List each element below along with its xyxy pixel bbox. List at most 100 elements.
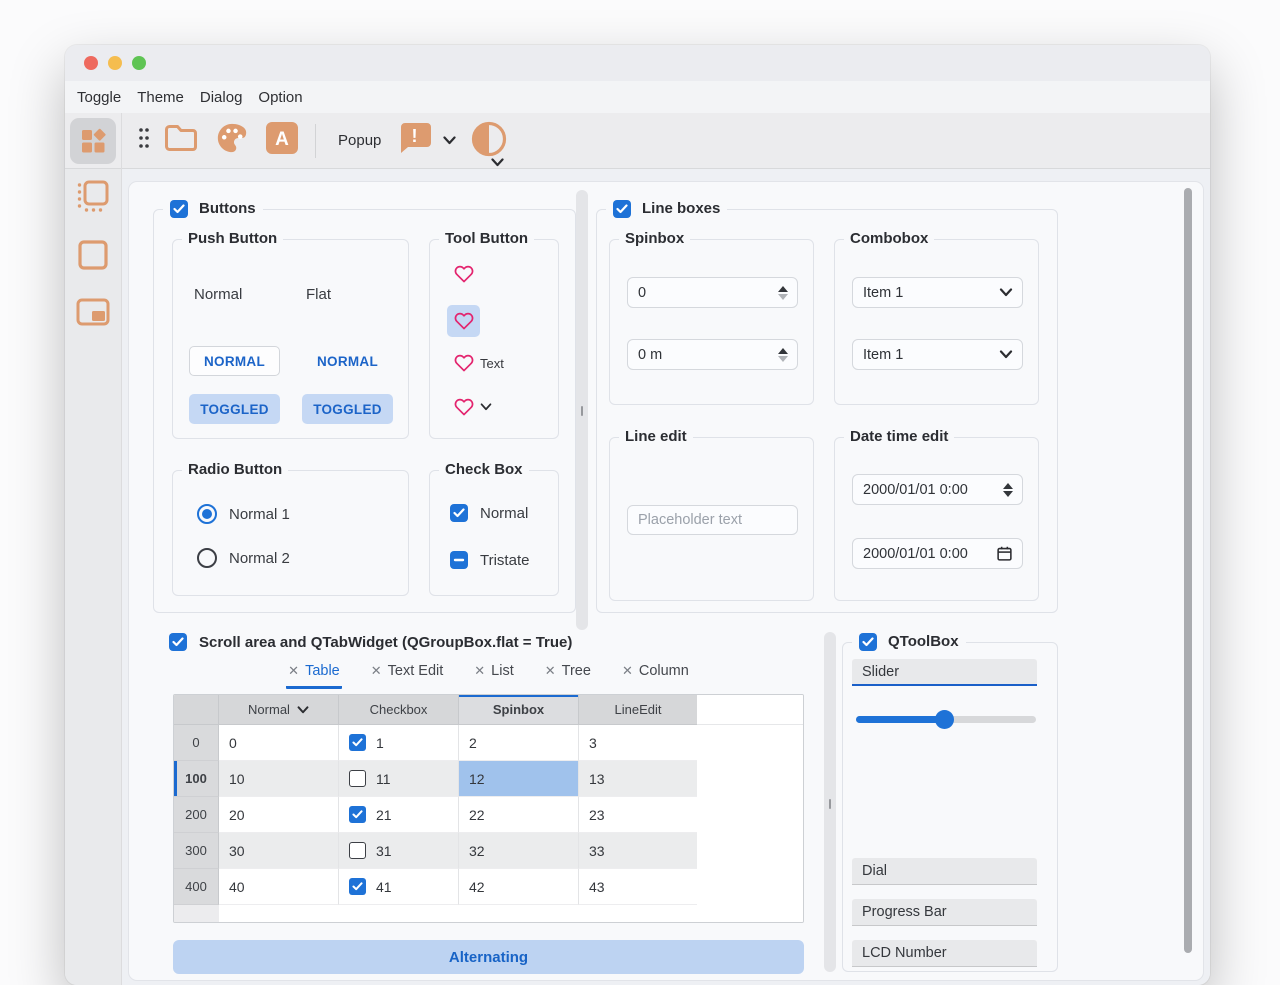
datetime-spin-field[interactable]: 2000/01/01 0:00 — [852, 474, 1023, 505]
slider-widget[interactable] — [856, 709, 1036, 729]
tab-close-icon[interactable]: ✕ — [474, 663, 485, 679]
table-cell[interactable]: 32 — [459, 833, 579, 869]
tab-table[interactable]: ✕ Table — [286, 661, 342, 689]
vertical-scrollbar[interactable] — [1184, 188, 1192, 953]
radio-normal-1[interactable]: Normal 1 — [197, 504, 290, 524]
spinbox-suffix-field[interactable]: 0 m — [627, 339, 798, 370]
table-cell[interactable]: 41 — [339, 869, 459, 905]
normal-push-button[interactable]: NORMAL — [189, 346, 280, 376]
slider-handle[interactable] — [935, 710, 954, 729]
table-cell-selected[interactable]: 12 — [459, 761, 579, 797]
table-cell[interactable]: 22 — [459, 797, 579, 833]
contrast-button[interactable] — [470, 118, 510, 164]
cell-checkbox[interactable] — [349, 734, 366, 751]
cell-checkbox[interactable] — [349, 806, 366, 823]
menu-item-theme[interactable]: Theme — [129, 85, 192, 110]
close-button[interactable] — [84, 56, 98, 70]
popup-button[interactable]: Popup — [338, 132, 381, 149]
alternating-button[interactable]: Alternating — [173, 940, 804, 974]
line-boxes-checkbox[interactable] — [613, 200, 631, 218]
tab-list[interactable]: ✕ List — [472, 661, 515, 689]
table-corner-header[interactable] — [174, 695, 219, 725]
heart-toggled-tool-button[interactable] — [447, 305, 480, 337]
table-cell[interactable]: 10 — [219, 761, 339, 797]
toggled-flat-button[interactable]: TOGGLED — [302, 394, 393, 424]
heart-text-tool-button[interactable]: Text — [454, 354, 504, 372]
tab-close-icon[interactable]: ✕ — [622, 663, 633, 679]
spinbox-field[interactable]: 0 — [627, 277, 798, 308]
table-cell[interactable]: 1 — [339, 725, 459, 761]
table-cell[interactable]: 40 — [219, 869, 339, 905]
buttons-group-checkbox[interactable] — [170, 200, 188, 218]
menu-item-option[interactable]: Option — [250, 85, 310, 110]
toolbox-item-lcd-number[interactable]: LCD Number — [852, 940, 1037, 967]
palette-button[interactable] — [214, 121, 250, 160]
zoom-button[interactable] — [132, 56, 146, 70]
normal-flat-button[interactable]: NORMAL — [302, 346, 393, 376]
combobox-1[interactable]: Item 1 — [852, 277, 1023, 308]
minimize-button[interactable] — [108, 56, 122, 70]
table-cell[interactable]: 42 — [459, 869, 579, 905]
table-cell[interactable]: 2 — [459, 725, 579, 761]
row-header[interactable]: 400 — [174, 869, 219, 905]
radio-normal-2[interactable]: Normal 2 — [197, 548, 290, 568]
table-cell[interactable]: 33 — [579, 833, 697, 869]
table-cell[interactable]: 30 — [219, 833, 339, 869]
checkbox-tristate[interactable]: Tristate — [450, 551, 529, 569]
toolbox-item-dial[interactable]: Dial — [852, 858, 1037, 885]
tab-close-icon[interactable]: ✕ — [371, 663, 382, 679]
row-header[interactable]: 200 — [174, 797, 219, 833]
vertical-splitter-handle[interactable] — [576, 190, 588, 630]
scroll-tab-group-checkbox[interactable] — [169, 633, 187, 651]
tab-text-edit[interactable]: ✕ Text Edit — [369, 661, 446, 689]
column-header-lineedit[interactable]: LineEdit — [579, 695, 697, 725]
table-cell[interactable]: 11 — [339, 761, 459, 797]
table-cell[interactable]: 31 — [339, 833, 459, 869]
checkbox-normal[interactable]: Normal — [450, 504, 528, 522]
vertical-splitter-handle[interactable] — [824, 632, 836, 972]
table-cell[interactable]: 13 — [579, 761, 697, 797]
cell-checkbox[interactable] — [349, 770, 366, 787]
tab-tree[interactable]: ✕ Tree — [543, 661, 593, 689]
tab-close-icon[interactable]: ✕ — [545, 663, 556, 679]
column-header-checkbox[interactable]: Checkbox — [339, 695, 459, 725]
flat-column-label: Flat — [306, 286, 331, 303]
table-cell[interactable]: 0 — [219, 725, 339, 761]
message-button[interactable]: ! — [397, 120, 456, 161]
widgets-tool-button[interactable] — [65, 113, 122, 169]
row-header-current[interactable]: 100 — [174, 761, 219, 797]
cell-checkbox[interactable] — [349, 842, 366, 859]
toolbar-drag-handle-icon[interactable] — [138, 127, 150, 154]
tab-column[interactable]: ✕ Column — [620, 661, 691, 689]
spinbox-arrows[interactable] — [1003, 483, 1013, 497]
column-header-spinbox[interactable]: Spinbox — [459, 695, 579, 725]
table-cell[interactable]: 21 — [339, 797, 459, 833]
menu-item-dialog[interactable]: Dialog — [192, 85, 251, 110]
qtoolbox-checkbox[interactable] — [859, 633, 877, 651]
folder-button[interactable] — [163, 123, 199, 158]
font-button[interactable]: A — [265, 121, 299, 160]
column-header-normal[interactable]: Normal — [219, 695, 339, 725]
row-header[interactable]: 300 — [174, 833, 219, 869]
sidebar-square-button[interactable] — [76, 238, 110, 277]
toggled-push-button[interactable]: TOGGLED — [189, 394, 280, 424]
heart-menu-tool-button[interactable] — [454, 398, 492, 416]
table-cell[interactable]: 23 — [579, 797, 697, 833]
combobox-2[interactable]: Item 1 — [852, 339, 1023, 370]
table-cell[interactable]: 20 — [219, 797, 339, 833]
sidebar-pip-button[interactable] — [75, 297, 111, 332]
tab-close-icon[interactable]: ✕ — [288, 663, 299, 679]
table-cell[interactable]: 3 — [579, 725, 697, 761]
cell-checkbox[interactable] — [349, 878, 366, 895]
table-cell[interactable]: 43 — [579, 869, 697, 905]
heart-tool-button[interactable] — [454, 265, 474, 283]
datetime-calendar-field[interactable]: 2000/01/01 0:00 — [852, 538, 1023, 569]
row-header[interactable]: 0 — [174, 725, 219, 761]
spinbox-arrows[interactable] — [778, 286, 788, 300]
toolbox-item-progress-bar[interactable]: Progress Bar — [852, 899, 1037, 926]
menu-item-toggle[interactable]: Toggle — [69, 85, 129, 110]
line-edit-input[interactable] — [627, 505, 798, 535]
sidebar-dock-widgets-button[interactable] — [76, 179, 110, 218]
toolbox-item-slider[interactable]: Slider — [852, 659, 1037, 686]
spinbox-arrows[interactable] — [778, 348, 788, 362]
